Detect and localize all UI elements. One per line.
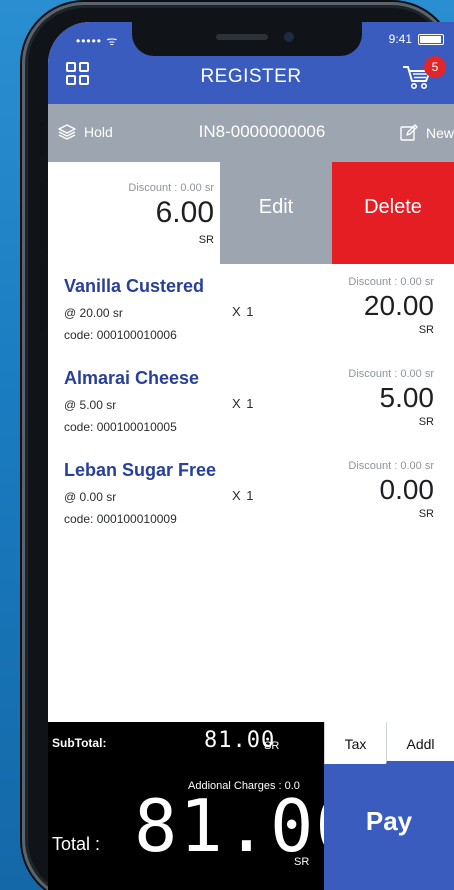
item-code: code: 000100010009 [64, 512, 177, 526]
notch [132, 22, 362, 56]
item-code: code: 000100010006 [64, 328, 177, 342]
item-amount: 5.00 [379, 382, 435, 413]
item-amount: 6.00 [155, 196, 214, 229]
item-discount: Discount : 0.00 sr [348, 368, 434, 380]
item-unit-price: @ 20.00 sr [64, 306, 123, 320]
cart-item[interactable]: Vanilla Custered @ 20.00 sr code: 000100… [48, 266, 454, 358]
item-currency: SR [418, 508, 434, 520]
delete-button[interactable]: Delete [332, 162, 454, 264]
subtotal-currency: SR [264, 740, 280, 752]
page-title: REGISTER [200, 66, 302, 87]
edit-button[interactable]: Edit [220, 162, 332, 264]
tab-addl[interactable]: Addl [386, 722, 454, 764]
item-unit-price: @ 0.00 sr [64, 490, 117, 504]
item-name: Leban Sugar Free [64, 460, 217, 480]
signal-indicator: ••••• ᯤ [76, 34, 119, 48]
invoice-number: IN8-0000000006 [198, 122, 326, 141]
item-quantity: X 1 [232, 304, 255, 319]
item-currency: SR [418, 324, 434, 336]
item-discount: Discount : 0.00 sr [348, 460, 434, 472]
side-button [40, 182, 44, 250]
total-label: Total : [52, 834, 101, 854]
totals-display: SubTotal: 81.00 SR Addional Charges : 0.… [48, 722, 359, 890]
item-discount: Discount : 0.00 sr [348, 276, 434, 288]
status-right: 9:41 [389, 32, 444, 46]
swiped-cart-row[interactable]: Discount : 0.00 sr 6.00 SR Edit Delete [48, 162, 454, 264]
totals-panel: SubTotal: 81.00 SR Addional Charges : 0.… [48, 722, 454, 890]
item-quantity: X 1 [232, 488, 255, 503]
clock: 9:41 [388, 32, 412, 46]
item-name: Vanilla Custered [64, 276, 205, 296]
cart-item[interactable]: Leban Sugar Free @ 0.00 sr code: 0001000… [48, 450, 454, 542]
item-quantity: X 1 [232, 396, 255, 411]
side-button [40, 264, 44, 332]
item-unit-price: @ 5.00 sr [64, 398, 117, 412]
item-code: code: 000100010005 [64, 420, 177, 434]
edit-square-icon [400, 124, 418, 141]
pay-button[interactable]: Pay [324, 764, 454, 890]
speaker [216, 34, 268, 40]
new-button[interactable]: New [400, 124, 454, 142]
total-currency: SR [294, 856, 310, 868]
new-label: New [425, 125, 454, 141]
cart-count-badge: 5 [424, 56, 446, 78]
subtotal-label: SubTotal: [52, 736, 107, 750]
cart-item[interactable]: Almarai Cheese @ 5.00 sr code: 000100010… [48, 358, 454, 450]
item-currency: SR [198, 234, 214, 246]
item-amount: 0.00 [379, 474, 435, 505]
item-name: Almarai Cheese [64, 368, 200, 388]
item-amount: 20.00 [363, 290, 434, 321]
tab-tax[interactable]: Tax [324, 722, 386, 764]
camera [284, 32, 294, 42]
item-discount: Discount : 0.00 sr [128, 182, 214, 194]
side-button [40, 122, 44, 156]
invoice-bar: Hold IN8-0000000006 New [48, 104, 454, 162]
item-currency: SR [418, 416, 434, 428]
battery-icon [418, 33, 444, 45]
app-screen: ••••• ᯤ 9:41 REGISTER 5 Hold IN8-0000000… [48, 22, 454, 890]
